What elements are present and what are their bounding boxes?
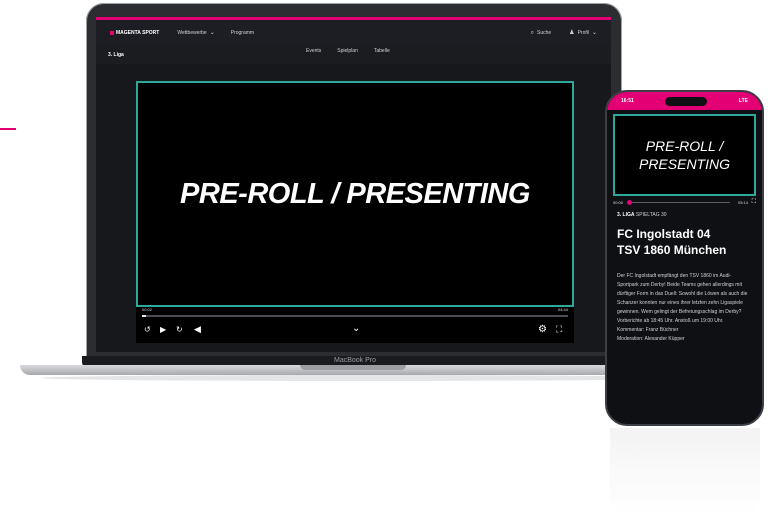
tab-events[interactable]: Events bbox=[306, 48, 321, 54]
dynamic-island bbox=[665, 96, 708, 106]
laptop-shadow bbox=[40, 375, 680, 381]
network-indicator: LTE bbox=[738, 98, 748, 104]
match-details: 3. LIGA SPIELTAG 30 FC Ingolstadt 04 TSV… bbox=[607, 212, 762, 344]
marketing-mockup: MAGENTA SPORT Wettbewerbe ⌄ Programm ⌕ S… bbox=[0, 0, 772, 516]
laptop-notch bbox=[300, 365, 406, 370]
commentator-text: Kommentar: Franz Büchner bbox=[617, 327, 679, 333]
phone-reflection bbox=[610, 428, 760, 516]
moderator-text: Moderation: Alexander Küpper bbox=[617, 336, 685, 342]
brand-logo[interactable]: MAGENTA SPORT bbox=[110, 30, 159, 36]
player-controls: ↺ ▶ ↻ ◀ ⌄ ⚙ ⛶ bbox=[136, 319, 574, 343]
volume-icon[interactable]: ◀ bbox=[194, 325, 201, 334]
team-home: FC Ingolstadt 04 bbox=[617, 227, 711, 241]
video-area[interactable]: PRE-ROLL / PRESENTING bbox=[136, 81, 574, 307]
fullscreen-icon[interactable]: ⛶ bbox=[556, 325, 562, 334]
schedule-text: Vorberichte ab 18:45 Uhr. Anstoß um 19:0… bbox=[617, 318, 724, 324]
matchday-label: SPIELTAG 30 bbox=[635, 212, 667, 218]
chevron-down-icon[interactable]: ⌄ bbox=[352, 324, 360, 334]
nav-item-programm[interactable]: Programm bbox=[231, 30, 254, 36]
team-away: TSV 1860 München bbox=[617, 243, 727, 257]
user-icon: ♟ bbox=[569, 29, 575, 36]
phone-progress-row: 00:00 05:14 ⛶ bbox=[613, 196, 756, 210]
chevron-down-icon: ⌄ bbox=[591, 29, 597, 36]
fullscreen-icon[interactable]: ⛶ bbox=[752, 199, 756, 206]
league-tabs: Events Spielplan Tabelle bbox=[306, 48, 390, 54]
status-bar: 16:51 LTE bbox=[607, 92, 762, 110]
progress-fill bbox=[142, 315, 147, 317]
scrub-handle[interactable] bbox=[627, 200, 633, 205]
laptop-screen: MAGENTA SPORT Wettbewerbe ⌄ Programm ⌕ S… bbox=[96, 17, 611, 352]
phone-video-area[interactable]: PRE-ROLL / PRESENTING bbox=[613, 114, 756, 196]
top-navigation: MAGENTA SPORT Wettbewerbe ⌄ Programm ⌕ S… bbox=[96, 20, 611, 45]
match-description: Der FC Ingolstadt empfängt den TSV 1860 … bbox=[617, 272, 752, 344]
current-time: 00:02 bbox=[142, 307, 153, 312]
phone-video-title: PRE-ROLL / PRESENTING bbox=[639, 137, 730, 173]
total-time: 05:14 bbox=[737, 200, 748, 205]
play-icon[interactable]: ▶ bbox=[160, 326, 166, 334]
search-button[interactable]: ⌕ Suche bbox=[531, 30, 552, 36]
video-title-line: PRE-ROLL / bbox=[645, 138, 724, 154]
search-icon: ⌕ bbox=[530, 29, 534, 36]
brand-name: MAGENTA SPORT bbox=[116, 29, 160, 36]
nav-item-label: Programm bbox=[230, 29, 255, 36]
league-title: 3. Liga bbox=[108, 51, 124, 58]
video-title: PRE-ROLL / PRESENTING bbox=[180, 177, 530, 210]
clock: 16:51 bbox=[621, 98, 634, 104]
video-title-line: PRESENTING bbox=[638, 156, 730, 172]
video-player[interactable]: PRE-ROLL / PRESENTING 00:02 04:44 ↺ ▶ ↻ … bbox=[136, 81, 574, 343]
nav-item-wettbewerbe[interactable]: Wettbewerbe ⌄ bbox=[177, 30, 214, 36]
search-label: Suche bbox=[536, 29, 552, 36]
match-meta: 3. LIGA SPIELTAG 30 bbox=[617, 212, 752, 218]
current-time: 00:00 bbox=[613, 200, 624, 205]
profile-label: Profil bbox=[577, 29, 589, 36]
nav-item-label: Wettbewerbe bbox=[177, 29, 207, 36]
progress-bar[interactable] bbox=[627, 200, 730, 205]
replay-icon[interactable]: ↺ bbox=[144, 326, 151, 334]
match-title: FC Ingolstadt 04 TSV 1860 München bbox=[617, 226, 752, 258]
profile-button[interactable]: ♟ Profil ⌄ bbox=[569, 30, 597, 36]
chevron-down-icon: ⌄ bbox=[209, 29, 215, 36]
brand-mark-icon bbox=[110, 30, 114, 35]
accent-line bbox=[0, 128, 16, 130]
league-label: 3. LIGA bbox=[617, 212, 635, 218]
description-text: Der FC Ingolstadt empfängt den TSV 1860 … bbox=[617, 273, 748, 315]
tab-tabelle[interactable]: Tabelle bbox=[374, 48, 390, 54]
forward-icon[interactable]: ↻ bbox=[176, 326, 183, 334]
total-time: 04:44 bbox=[557, 307, 568, 312]
gear-icon[interactable]: ⚙ bbox=[538, 325, 547, 335]
progress-bar[interactable] bbox=[142, 315, 568, 317]
phone-device: 16:51 LTE PRE-ROLL / PRESENTING 00:00 05… bbox=[605, 90, 764, 426]
tab-spielplan[interactable]: Spielplan bbox=[337, 48, 358, 54]
